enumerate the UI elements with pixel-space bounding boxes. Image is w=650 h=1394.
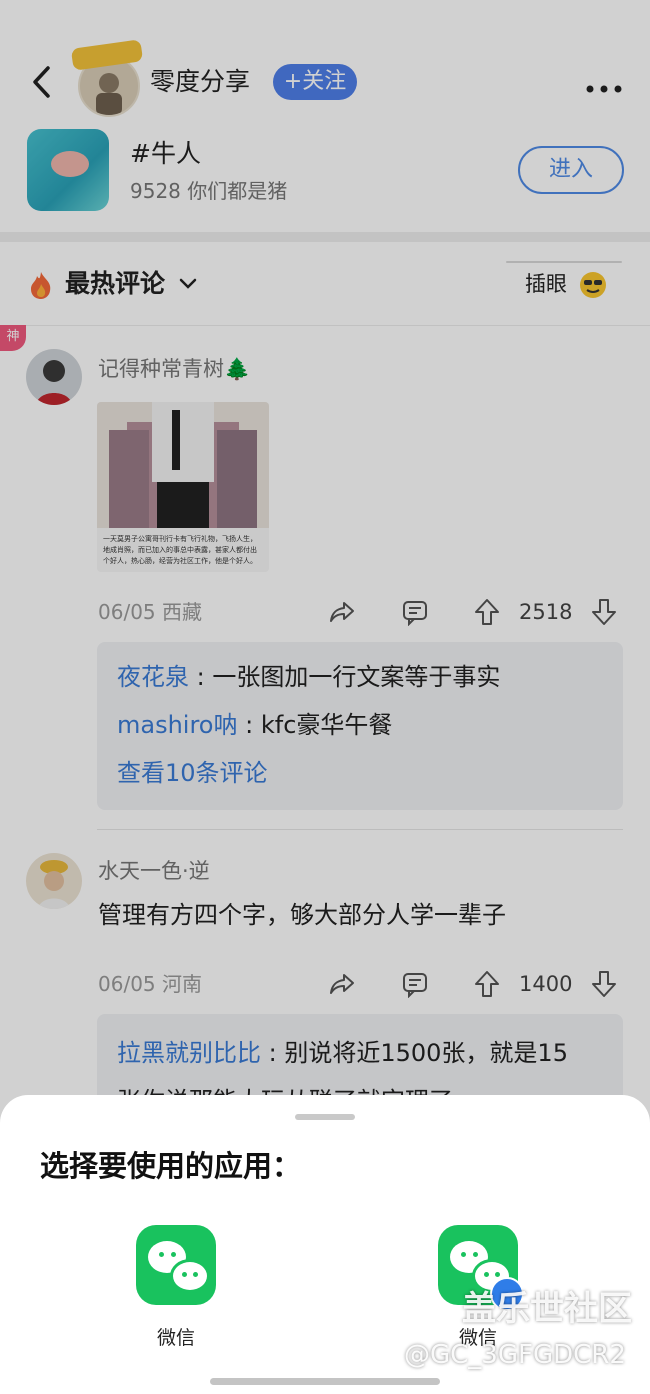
sheet-title: 选择要使用的应用： <box>40 1149 302 1183</box>
sheet-drag-handle[interactable] <box>295 1114 355 1120</box>
wechat-icon <box>136 1225 216 1305</box>
home-indicator <box>210 1378 440 1385</box>
watermark-handle: @GC_3GFGDCR2 <box>404 1340 626 1370</box>
watermark-title: 盖乐世社区 <box>462 1289 632 1329</box>
app-option-label: 微信 <box>156 1327 195 1349</box>
app-option-wechat[interactable]: 微信 <box>116 1225 236 1355</box>
